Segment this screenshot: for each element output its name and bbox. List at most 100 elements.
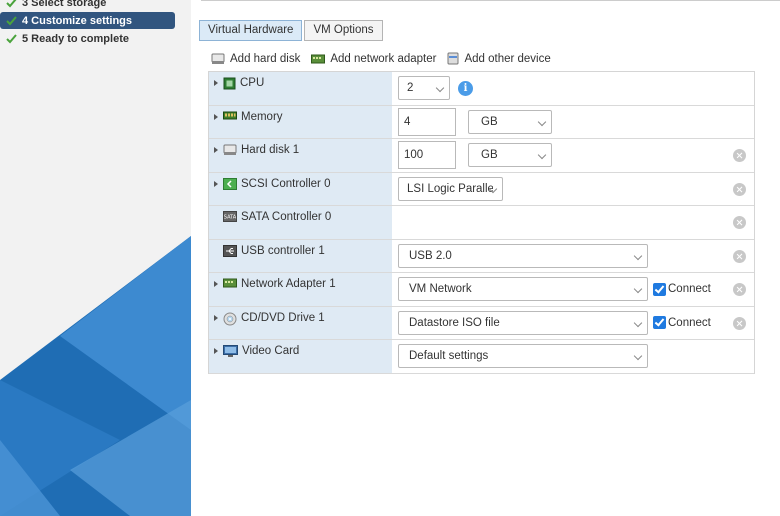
video-card-select[interactable]: Default settings	[398, 344, 648, 369]
wizard-step-ready-to-complete[interactable]: 5 Ready to complete	[0, 30, 191, 47]
memory-size-input[interactable]: 4	[398, 107, 456, 136]
cd-dvd-label: CD/DVD Drive 1	[241, 311, 325, 324]
cd-dvd-media-select[interactable]: Datastore ISO file	[398, 310, 648, 335]
remove-device-icon[interactable]	[733, 249, 746, 263]
chevron-down-icon	[435, 84, 445, 93]
memory-unit-select[interactable]: GB	[468, 109, 552, 134]
expand-arrow-icon[interactable]	[214, 314, 218, 321]
network-select[interactable]: VM Network	[398, 277, 648, 302]
expand-arrow-icon[interactable]	[214, 113, 218, 120]
video-card-label: Video Card	[242, 345, 300, 357]
add-other-device-label: Add other device	[464, 52, 551, 65]
hardware-row-usb-controller: USB controller 1 USB 2.0	[209, 239, 754, 273]
device-icon	[447, 52, 459, 65]
sata-controller-icon: SATA	[223, 211, 237, 222]
row-value: VM Network Connect	[392, 273, 754, 306]
wizard-step-customize-settings[interactable]: 4 Customize settings	[0, 12, 175, 29]
hardware-row-sata-controller: SATA SATA Controller 0	[209, 206, 754, 240]
chevron-down-icon	[537, 151, 547, 160]
connect-label: Connect	[668, 283, 711, 296]
cpu-count-select[interactable]: 2	[398, 76, 450, 101]
hardware-row-hard-disk: Hard disk 1 100 GB	[209, 139, 754, 173]
hard-disk-unit-select[interactable]: GB	[468, 143, 552, 168]
hard-disk-size-input[interactable]: 100	[398, 141, 456, 170]
expand-arrow-icon[interactable]	[214, 180, 218, 187]
row-label[interactable]: Hard disk 1	[209, 139, 392, 172]
checkmark-icon	[6, 34, 17, 44]
cd-dvd-connect-checkbox[interactable]: Connect	[653, 316, 711, 330]
info-icon[interactable]: i	[458, 80, 473, 96]
row-value: Datastore ISO file Connect	[392, 307, 754, 340]
usb-controller-icon	[223, 244, 237, 257]
row-value	[392, 206, 754, 239]
row-value: USB 2.0	[392, 240, 754, 273]
remove-device-icon[interactable]	[733, 316, 746, 330]
row-label[interactable]: Video Card	[209, 340, 392, 373]
wizard-step-select-storage[interactable]: 3 Select storage	[0, 0, 191, 11]
checkbox-checked-icon[interactable]	[653, 282, 666, 296]
cpu-label: CPU	[240, 77, 265, 89]
expand-arrow-icon[interactable]	[214, 147, 218, 153]
add-other-device-button[interactable]: Add other device	[447, 52, 551, 65]
wizard-step-label: 3 Select storage	[22, 0, 107, 9]
memory-unit-value: GB	[481, 115, 498, 128]
remove-device-icon[interactable]	[733, 149, 746, 162]
row-label: SATA SATA Controller 0	[209, 206, 392, 239]
row-value: 4 GB	[392, 106, 754, 139]
row-value: 2 i	[392, 72, 754, 105]
add-hard-disk-button[interactable]: Add hard disk	[211, 53, 300, 65]
row-value: Default settings	[392, 340, 754, 373]
add-network-adapter-label: Add network adapter	[330, 52, 437, 65]
sidebar-decoration	[0, 236, 191, 516]
expand-arrow-icon[interactable]	[214, 348, 218, 354]
row-label: USB controller 1	[209, 239, 392, 272]
row-label[interactable]: SCSI Controller 0	[209, 172, 392, 205]
network-adapter-icon	[223, 278, 237, 288]
checkbox-checked-icon[interactable]	[653, 316, 666, 330]
sata-controller-label: SATA Controller 0	[241, 211, 332, 223]
scsi-controller-label: SCSI Controller 0	[241, 177, 331, 190]
hard-disk-unit-value: GB	[481, 149, 498, 162]
expand-arrow-icon[interactable]	[214, 281, 218, 287]
wizard-window: 3 Select storage 4 Customize settings 5 …	[0, 0, 780, 516]
network-adapter-label: Network Adapter 1	[241, 278, 336, 290]
hard-disk-icon	[223, 144, 237, 156]
tab-vm-options[interactable]: VM Options	[304, 20, 383, 41]
hardware-row-scsi-controller: SCSI Controller 0 LSI Logic Parallel	[209, 172, 754, 206]
hardware-row-network-adapter: Network Adapter 1 VM Network Connect	[209, 273, 754, 307]
tab-virtual-hardware[interactable]: Virtual Hardware	[199, 20, 303, 41]
remove-device-icon[interactable]	[733, 216, 746, 229]
expand-arrow-icon[interactable]	[214, 80, 218, 86]
row-label[interactable]: CD/DVD Drive 1	[209, 306, 392, 339]
chevron-down-icon	[633, 352, 643, 361]
add-network-adapter-button[interactable]: Add network adapter	[311, 53, 436, 65]
cd-dvd-media-value: Datastore ISO file	[409, 316, 500, 329]
hardware-toolbar: Add hard disk Add network adapter Add ot…	[211, 52, 562, 65]
cpu-icon	[223, 77, 236, 90]
hardware-row-cd-dvd-drive: CD/DVD Drive 1 Datastore ISO file Connec…	[209, 306, 754, 340]
checkmark-icon	[6, 16, 17, 26]
hardware-row-cpu: CPU 2 i	[209, 72, 754, 106]
chevron-down-icon	[633, 318, 643, 327]
remove-device-icon[interactable]	[733, 283, 746, 296]
checkmark-icon	[6, 0, 17, 8]
usb-type-select[interactable]: USB 2.0	[398, 243, 648, 268]
network-adapter-icon	[311, 54, 326, 63]
network-connect-checkbox[interactable]: Connect	[653, 282, 711, 296]
cpu-count-value: 2	[407, 82, 414, 95]
usb-type-value: USB 2.0	[409, 249, 452, 262]
row-label[interactable]: CPU	[209, 72, 392, 105]
scsi-type-select[interactable]: LSI Logic Parallel	[398, 176, 503, 201]
chevron-down-icon	[633, 285, 643, 294]
cd-dvd-icon	[223, 312, 237, 326]
scsi-controller-icon	[223, 177, 237, 190]
wizard-step-label: 4 Customize settings	[22, 14, 133, 27]
row-value: 100 GB	[392, 139, 754, 172]
row-value: LSI Logic Parallel	[392, 173, 754, 206]
remove-device-icon[interactable]	[733, 182, 746, 196]
network-value: VM Network	[409, 283, 472, 296]
chevron-down-icon	[633, 251, 643, 260]
row-label[interactable]: Network Adapter 1	[209, 273, 392, 306]
row-label[interactable]: Memory	[209, 105, 392, 138]
divider	[201, 0, 780, 1]
